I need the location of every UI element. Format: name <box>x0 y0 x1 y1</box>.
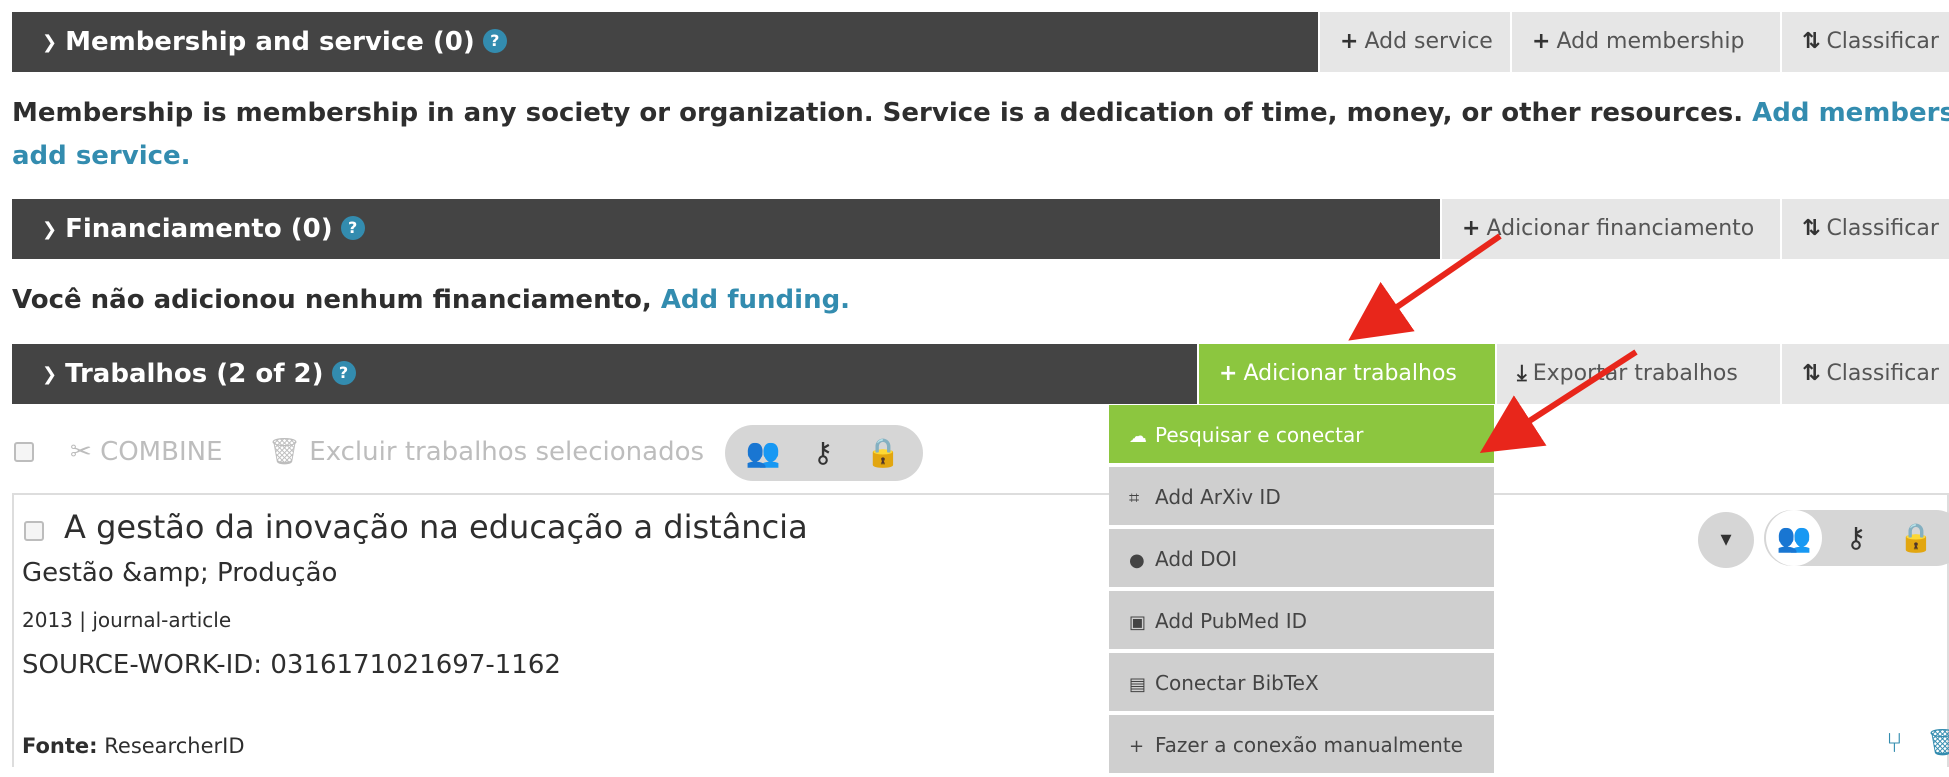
annotation-arrow <box>1348 233 1502 341</box>
annotation-arrow <box>1479 349 1638 454</box>
annotation-arrows <box>1348 233 1638 454</box>
